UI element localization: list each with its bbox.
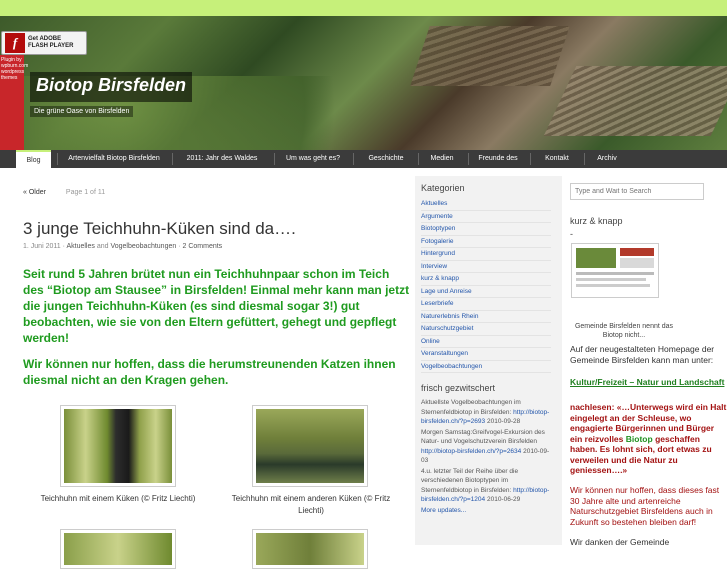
news-item: Morgen Samstag:Greifvogel-Exkursion des … <box>421 428 553 466</box>
category-item[interactable]: Naturschutzgebiet <box>421 323 551 336</box>
kurz-quote: nachlesen: «…Unterwegs wird ein Halt ein… <box>570 402 727 476</box>
nav-item-artenvielfalt[interactable]: Artenvielfalt Biotop Birsfelden <box>60 150 168 168</box>
thumbnail-line <box>576 278 646 281</box>
category-item[interactable]: Hintergrund <box>421 248 551 261</box>
photo-moorhen-4[interactable] <box>252 529 368 569</box>
nav-item-jahr-des-waldes[interactable]: 2011: Jahr des Waldes <box>176 150 268 168</box>
header-image-roof <box>410 26 570 86</box>
post-paragraph-1: Seit rund 5 Jahren brütet nun ein Teichh… <box>23 267 410 345</box>
thumbnail-caption: Gemeinde Birsfelden nennt das Biotop nic… <box>574 323 674 339</box>
news-text: Aktuellste Vogelbeobachtungen im Sternen… <box>421 399 521 416</box>
flash-line1: Get ADOBE <box>28 36 62 42</box>
categories-heading: Kategorien <box>421 183 465 193</box>
top-accent-bar <box>0 0 727 16</box>
older-posts-link[interactable]: « Older <box>23 189 46 196</box>
plugin-credit-text: Plugin by wpburn.com wordpress themes <box>1 57 29 81</box>
category-item[interactable]: Leserbriefe <box>421 298 551 311</box>
main-content: « Older Page 1 of 11 3 junge Teichhuhn-K… <box>23 176 413 569</box>
flash-player-badge[interactable]: f Get ADOBE FLASH PLAYER <box>1 31 87 55</box>
photo-image <box>256 533 364 565</box>
flash-icon: f <box>5 33 25 53</box>
thumbnail-line <box>576 272 654 275</box>
post-paragraph-2: Wir können nur hoffen, dass die herumstr… <box>23 357 396 387</box>
plugin-credit[interactable]: Plugin by wpburn.com wordpress themes <box>0 55 29 154</box>
nav-divider <box>468 153 469 165</box>
nav-item-kontakt[interactable]: Kontakt <box>535 150 579 168</box>
category-item[interactable]: Biotoptypen <box>421 223 551 236</box>
categories-list: Aktuelles Argumente Biotoptypen Fotogale… <box>421 198 562 373</box>
kurz-paragraph-3: Wir danken der Gemeinde <box>570 537 670 547</box>
photo-caption-2: Teichhuhn mit einem anderen Küken (© Fri… <box>231 494 391 515</box>
nav-item-archiv[interactable]: Archiv <box>589 150 625 168</box>
post-date: 1. Juni 2011 <box>23 243 61 250</box>
post-title[interactable]: 3 junge Teichhuhn-Küken sind da…. <box>23 219 413 239</box>
flash-badge-text: Get ADOBE FLASH PLAYER <box>28 36 73 50</box>
kurz-paragraph-2: Wir können nur hoffen, dass dieses fast … <box>570 485 720 527</box>
flash-line2: FLASH PLAYER <box>28 43 74 49</box>
photo-image <box>64 533 172 565</box>
category-item[interactable]: Vogelbeobachtungen <box>421 361 551 373</box>
category-item[interactable]: Naturerlebnis Rhein <box>421 311 551 323</box>
news-date: 2010-06-29 <box>486 496 521 503</box>
category-item[interactable]: Veranstaltungen <box>421 348 551 361</box>
pagination: « Older Page 1 of 11 <box>23 189 413 196</box>
category-item[interactable]: Fotogalerie <box>421 236 551 248</box>
kurz-intro: Auf der neugestalteten Homepage der Geme… <box>570 344 715 365</box>
news-text: Morgen Samstag:Greifvogel-Exkursion des … <box>421 428 545 446</box>
news-date: 2010-09-28 <box>486 418 521 425</box>
sidebar-middle: Kategorien Aktuelles Argumente Biotoptyp… <box>415 176 562 545</box>
search-input[interactable] <box>570 183 704 200</box>
site-tagline: Die grüne Oase von Birsfelden <box>30 106 134 117</box>
nav-divider <box>584 153 585 165</box>
kultur-freizeit-link[interactable]: Kultur/Freizeit – Natur und Landschaft <box>570 377 727 388</box>
category-item[interactable]: Interview <box>421 261 551 273</box>
thumbnail-header <box>620 248 654 256</box>
thumbnail-line <box>576 284 650 287</box>
category-item[interactable]: Online <box>421 336 551 348</box>
category-item[interactable]: kurz & knapp <box>421 273 551 286</box>
photo-moorhen-2[interactable] <box>252 405 368 487</box>
more-updates-link[interactable]: More updates... <box>421 507 553 514</box>
nav-divider <box>172 153 173 165</box>
thumbnail-block <box>620 258 654 268</box>
meta-and: and <box>96 243 109 250</box>
nav-divider <box>57 153 58 165</box>
thumbnail-image <box>576 248 616 268</box>
news-link[interactable]: http://biotop-birsfelden.ch/?p=2634 <box>421 448 521 455</box>
kurz-knapp-heading: kurz & knapp <box>570 216 623 226</box>
category-link-aktuelles[interactable]: Aktuelles <box>66 243 94 250</box>
news-feed: Aktuellste Vogelbeobachtungen im Sternen… <box>421 398 553 514</box>
photo-moorhen-3[interactable] <box>60 529 176 569</box>
nav-item-geschichte[interactable]: Geschichte <box>358 150 414 168</box>
category-item[interactable]: Lage und Anreise <box>421 286 551 298</box>
photo-caption-1: Teichhuhn mit einem Küken (© Fritz Liech… <box>40 494 196 503</box>
website-thumbnail[interactable] <box>571 243 659 298</box>
news-item: 4.u. letzter Teil der Reihe über die ver… <box>421 467 553 505</box>
photo-moorhen-1[interactable] <box>60 405 176 487</box>
post-meta: 1. Juni 2011 · Aktuelles and Vogelbeobac… <box>23 243 223 250</box>
header-image-roof <box>543 66 727 136</box>
nav-divider <box>418 153 419 165</box>
category-link-vogelbeobachtungen[interactable]: Vogelbeobachtungen <box>110 243 176 250</box>
category-item[interactable]: Aktuelles <box>421 198 551 211</box>
nav-divider <box>353 153 354 165</box>
kurz-knapp-dash: - <box>570 229 573 239</box>
news-heading: frisch gezwitschert <box>421 383 496 393</box>
nav-divider <box>274 153 275 165</box>
page-info: Page 1 of 11 <box>65 189 106 196</box>
news-item: Aktuellste Vogelbeobachtungen im Sternen… <box>421 398 553 427</box>
nav-item-medien[interactable]: Medien <box>422 150 462 168</box>
nav-divider <box>530 153 531 165</box>
news-text: 4.u. letzter Teil der Reihe über die ver… <box>421 467 519 494</box>
comments-link[interactable]: 2 Comments <box>183 243 223 250</box>
nav-item-freunde-des[interactable]: Freunde des <box>472 150 524 168</box>
site-title[interactable]: Biotop Birsfelden <box>30 72 193 102</box>
nav-item-um-was-geht-es[interactable]: Um was geht es? <box>278 150 348 168</box>
photo-image <box>256 409 364 483</box>
nav-item-blog[interactable]: Blog <box>16 150 51 168</box>
photo-image <box>64 409 172 483</box>
kurz-quote-biotop: Biotop <box>625 433 653 444</box>
category-item[interactable]: Argumente <box>421 211 551 223</box>
main-navigation: Blog Artenvielfalt Biotop Birsfelden 201… <box>0 150 727 168</box>
